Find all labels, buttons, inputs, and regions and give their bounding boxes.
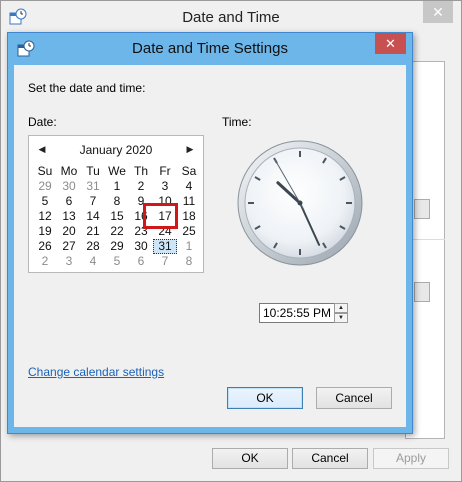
calendar-day[interactable]: 1	[177, 239, 201, 254]
calendar-day[interactable]: 28	[81, 239, 105, 254]
calendar-day[interactable]: 3	[153, 179, 177, 194]
calendar-day[interactable]: 22	[105, 224, 129, 239]
calendar-day[interactable]: 12	[33, 209, 57, 224]
calendar-day[interactable]: 19	[33, 224, 57, 239]
calendar-day[interactable]: 2	[129, 179, 153, 194]
weekday-label: Mo	[60, 164, 78, 178]
weekday-label: Su	[37, 164, 53, 178]
calendar-month-title[interactable]: January 2020	[29, 143, 203, 157]
change-calendar-settings-link[interactable]: Change calendar settings	[28, 365, 164, 379]
calendar-day[interactable]: 5	[33, 194, 57, 209]
calendar-day[interactable]: 20	[57, 224, 81, 239]
parent-ok-button[interactable]: OK	[212, 448, 288, 469]
date-label: Date:	[28, 115, 57, 129]
analog-clock	[237, 140, 363, 266]
calendar-day[interactable]: 14	[81, 209, 105, 224]
dialog-close-button[interactable]: ✕	[375, 33, 406, 54]
parent-apply-button[interactable]: Apply	[373, 448, 449, 469]
calendar-day[interactable]: 29	[33, 179, 57, 194]
calendar-day[interactable]: 15	[105, 209, 129, 224]
selected-date-highlight	[143, 203, 178, 229]
calendar-day[interactable]: 6	[57, 194, 81, 209]
weekday-label: We	[108, 164, 126, 178]
time-increase-arrow-icon[interactable]: ▲	[334, 303, 348, 313]
calendar-day[interactable]: 11	[177, 194, 201, 209]
parent-cancel-button[interactable]: Cancel	[292, 448, 368, 469]
calendar-day[interactable]: 8	[177, 254, 201, 269]
date-time-settings-dialog: Date and Time Settings ✕ Set the date an…	[7, 32, 413, 434]
calendar-day[interactable]: 18	[177, 209, 201, 224]
calendar-day[interactable]: 31	[81, 179, 105, 194]
calendar-day[interactable]: 7	[153, 254, 177, 269]
time-decrease-arrow-icon[interactable]: ▼	[334, 313, 348, 323]
calendar-day[interactable]: 2	[33, 254, 57, 269]
calendar-day[interactable]: 3	[57, 254, 81, 269]
calendar-day[interactable]: 6	[129, 254, 153, 269]
calendar-day[interactable]: 4	[81, 254, 105, 269]
dialog-titlebar[interactable]: Date and Time Settings ✕	[8, 33, 412, 65]
time-input[interactable]: 10:25:55 PM	[259, 303, 335, 323]
calendar-day[interactable]: 29	[105, 239, 129, 254]
calendar-day[interactable]: 26	[33, 239, 57, 254]
calendar-day[interactable]: 7	[81, 194, 105, 209]
calendar-day[interactable]: 13	[57, 209, 81, 224]
calendar-day-selected[interactable]: 31	[153, 239, 177, 254]
calendar-day[interactable]: 5	[105, 254, 129, 269]
weekday-label: Sa	[181, 164, 197, 178]
calendar-week-row: 29 30 31 1 2 3 4	[33, 179, 201, 194]
calendar-day[interactable]: 25	[177, 224, 201, 239]
calendar-day[interactable]: 27	[57, 239, 81, 254]
calendar-day[interactable]: 8	[105, 194, 129, 209]
parent-close-button[interactable]: ✕	[423, 1, 453, 23]
weekday-header-row: Su Mo Tu We Th Fr Sa	[33, 164, 201, 179]
parent-change-date-button[interactable]	[414, 199, 430, 219]
weekday-label: Th	[133, 164, 148, 178]
calendar-day[interactable]: 21	[81, 224, 105, 239]
time-label: Time:	[222, 115, 252, 129]
calendar-day[interactable]: 4	[177, 179, 201, 194]
calendar-day[interactable]: 1	[105, 179, 129, 194]
parent-window-title: Date and Time	[182, 9, 280, 26]
calendar-day[interactable]: 30	[129, 239, 153, 254]
time-spinner: ▲ ▼	[334, 303, 348, 323]
dialog-cancel-button[interactable]: Cancel	[316, 387, 392, 409]
dialog-title: Date and Time Settings	[132, 40, 288, 57]
calendar-week-row: 2345678	[33, 254, 201, 269]
dialog-heading: Set the date and time:	[28, 81, 146, 95]
calendar-day[interactable]: 30	[57, 179, 81, 194]
clock-center-pin	[297, 200, 303, 206]
next-month-arrow-icon[interactable]: ▶	[185, 144, 195, 154]
parent-change-timezone-button[interactable]	[414, 282, 430, 302]
calendar-week-row: 26 27 28 29 30 31 1	[33, 239, 201, 254]
parent-titlebar: Date and Time ✕	[1, 1, 461, 35]
weekday-label: Fr	[159, 164, 171, 178]
weekday-label: Tu	[86, 164, 100, 178]
dialog-ok-button[interactable]: OK	[227, 387, 303, 409]
